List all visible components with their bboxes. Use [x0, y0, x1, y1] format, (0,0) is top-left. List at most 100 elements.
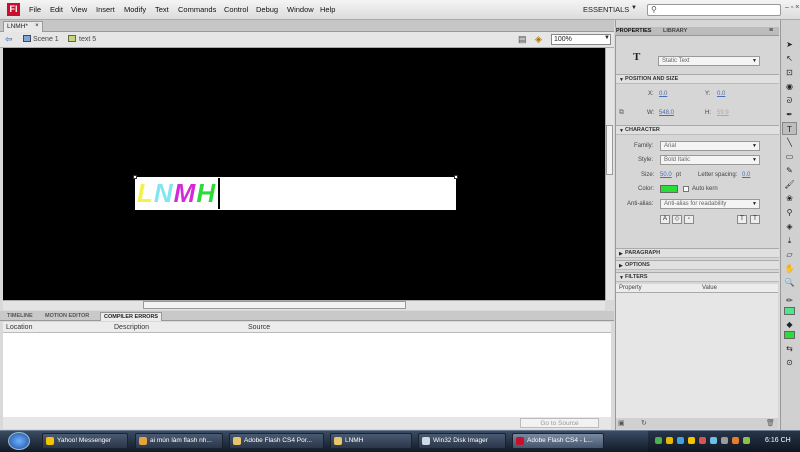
line-tool-icon[interactable]: ╲ [782, 136, 797, 149]
lasso-tool-icon[interactable]: ᘐ [782, 94, 797, 107]
menu-control[interactable]: Control [224, 5, 248, 14]
tab-properties[interactable]: PROPERTIES [616, 28, 651, 34]
tab-timeline[interactable]: TIMELINE [4, 312, 36, 321]
trash-icon[interactable]: 🗑 [766, 419, 775, 427]
subselection-tool-icon[interactable]: ↖ [782, 52, 797, 65]
zoom-select[interactable]: 100% [551, 34, 611, 45]
menu-debug[interactable]: Debug [256, 5, 278, 14]
taskbar-item[interactable]: Win32 Disk Imager [418, 433, 506, 449]
superscript-icon[interactable]: T [737, 215, 747, 224]
edit-symbols-icon[interactable]: ◈ [535, 34, 542, 45]
menu-window[interactable]: Window [287, 5, 314, 14]
tab-library[interactable]: LIBRARY [663, 28, 687, 34]
stage[interactable] [3, 48, 605, 300]
tray-icon[interactable] [721, 437, 728, 444]
section-position-size[interactable]: POSITION AND SIZE [616, 74, 779, 84]
free-transform-tool-icon[interactable]: ⊡ [782, 66, 797, 79]
letter-spacing-value[interactable]: 0.0 [742, 172, 750, 178]
section-paragraph[interactable]: PARAGRAPH [616, 248, 779, 258]
stroke-color-swatch[interactable] [784, 307, 795, 315]
column-source[interactable]: Source [248, 324, 270, 331]
section-options[interactable]: OPTIONS [616, 260, 779, 270]
column-description[interactable]: Description [114, 324, 149, 331]
link-icon[interactable]: ⧉ [619, 109, 624, 117]
go-to-source-button[interactable]: Go to Source [520, 418, 599, 428]
chevron-down-icon[interactable]: ▼ [631, 5, 637, 11]
border-icon[interactable]: ▫ [684, 215, 694, 224]
section-character[interactable]: CHARACTER [616, 125, 779, 135]
paint-bucket-tool-icon[interactable]: ◈ [782, 220, 797, 233]
pencil-tool-icon[interactable]: ✎ [782, 164, 797, 177]
section-filters[interactable]: FILTERS [616, 272, 779, 282]
render-html-icon[interactable]: ◇ [672, 215, 682, 224]
anti-alias-select[interactable]: Anti-alias for readability [660, 199, 760, 209]
add-filter-icon[interactable]: ▣ [618, 419, 625, 427]
font-size-value[interactable]: 50.0 [660, 172, 672, 178]
rectangle-tool-icon[interactable]: ▭ [782, 150, 797, 163]
brush-tool-icon[interactable]: 🖌 [782, 178, 797, 191]
text-color-swatch[interactable] [660, 185, 678, 193]
back-arrow-icon[interactable]: ⇦ [5, 34, 13, 45]
text-type-select[interactable]: Static Text [658, 56, 760, 66]
3d-rotation-tool-icon[interactable]: ◉ [782, 80, 797, 93]
tray-icon[interactable] [699, 437, 706, 444]
menu-view[interactable]: View [71, 5, 87, 14]
chevron-down-icon[interactable]: ▼ [604, 35, 610, 41]
breadcrumb-scene[interactable]: Scene 1 [33, 36, 59, 43]
x-value[interactable]: 0.0 [659, 91, 667, 97]
taskbar-item[interactable]: Adobe Flash CS4 Por... [229, 433, 324, 449]
subscript-icon[interactable]: T [750, 215, 760, 224]
eyedropper-tool-icon[interactable]: ⤓ [782, 234, 797, 247]
tray-icon[interactable] [677, 437, 684, 444]
zoom-tool-icon[interactable]: 🔍 [782, 276, 797, 289]
selection-tool-icon[interactable]: ➤ [782, 38, 797, 51]
tray-icon[interactable] [666, 437, 673, 444]
taskbar-item[interactable]: Yahoo! Messenger [42, 433, 128, 449]
menu-insert[interactable]: Insert [96, 5, 115, 14]
vertical-scroll-thumb[interactable] [606, 125, 613, 175]
swap-colors-icon[interactable]: ⇆ [782, 342, 797, 355]
text-tool-icon[interactable]: T [782, 122, 797, 135]
menu-file[interactable]: File [29, 5, 41, 14]
bone-tool-icon[interactable]: ⚲ [782, 206, 797, 219]
window-controls-icon[interactable]: – ▫ × [785, 4, 799, 11]
tab-motion-editor[interactable]: MOTION EDITOR [42, 312, 92, 321]
clock[interactable]: 6:16 CH [765, 437, 791, 444]
tray-icon[interactable] [688, 437, 695, 444]
workspace-switcher[interactable]: ESSENTIALS [583, 5, 629, 14]
menu-commands[interactable]: Commands [178, 5, 216, 14]
tray-icon[interactable] [710, 437, 717, 444]
menu-text[interactable]: Text [155, 5, 169, 14]
tray-icon[interactable] [655, 437, 662, 444]
start-button[interactable] [8, 432, 30, 450]
font-style-select[interactable]: Bold Italic [660, 155, 760, 165]
deco-tool-icon[interactable]: ❀ [782, 192, 797, 205]
fill-color-swatch[interactable] [784, 331, 795, 339]
y-value[interactable]: 0.0 [717, 91, 725, 97]
w-value[interactable]: 548.0 [659, 110, 674, 116]
selectable-icon[interactable]: A [660, 215, 670, 224]
tray-icon[interactable] [732, 437, 739, 444]
font-family-select[interactable]: Arial [660, 141, 760, 151]
eraser-tool-icon[interactable]: ▱ [782, 248, 797, 261]
panel-menu-icon[interactable]: ≡ [769, 27, 773, 34]
menu-modify[interactable]: Modify [124, 5, 146, 14]
horizontal-scroll-thumb[interactable] [143, 301, 406, 309]
reset-filter-icon[interactable]: ↻ [641, 419, 647, 427]
taskbar-item[interactable]: ai mún làm flash nh... [135, 433, 223, 449]
auto-kern-checkbox[interactable] [683, 186, 689, 192]
close-icon[interactable]: × [35, 22, 39, 29]
taskbar-item-active[interactable]: Adobe Flash CS4 - L... [512, 433, 604, 449]
menu-help[interactable]: Help [320, 5, 335, 14]
breadcrumb-symbol[interactable]: text 5 [79, 36, 96, 43]
edit-scene-icon[interactable]: ▤ [518, 34, 527, 45]
tray-icon[interactable] [743, 437, 750, 444]
tab-compiler-errors[interactable]: COMPILER ERRORS [100, 312, 163, 321]
snap-icon[interactable]: ⊙ [782, 356, 797, 369]
column-location[interactable]: Location [6, 324, 32, 331]
text-box-resize-handle[interactable] [454, 175, 458, 179]
menu-edit[interactable]: Edit [50, 5, 63, 14]
taskbar-item[interactable]: LNMH [330, 433, 412, 449]
pen-tool-icon[interactable]: ✒ [782, 108, 797, 121]
hand-tool-icon[interactable]: ✋ [782, 262, 797, 275]
